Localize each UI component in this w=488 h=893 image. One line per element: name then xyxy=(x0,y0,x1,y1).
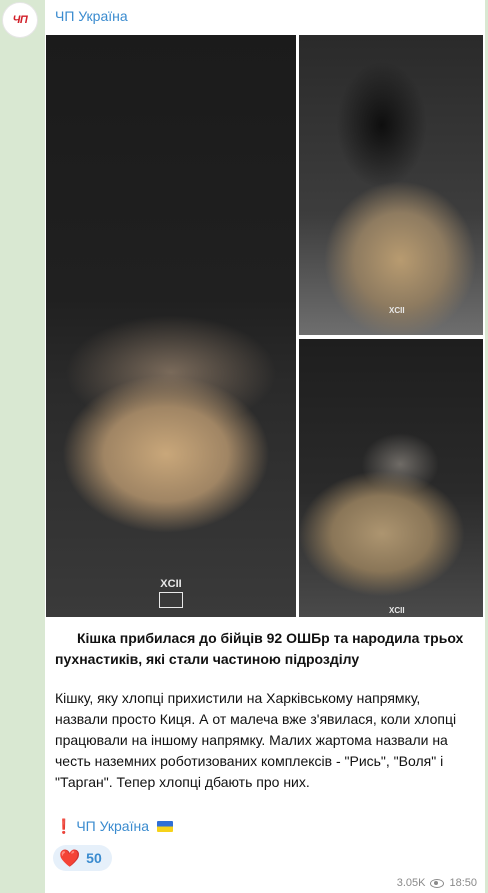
watermark-logo: XCII xyxy=(159,579,183,608)
post-text: Кішка прибилася до бійців 92 ОШБр та нар… xyxy=(55,628,475,793)
view-count: 3.05K xyxy=(396,877,426,889)
signature-text: ЧП Україна xyxy=(76,818,149,834)
post-signature[interactable]: ❗ ЧП Україна xyxy=(55,818,173,835)
post-title: Кішка прибилася до бійців 92 ОШБр та нар… xyxy=(55,630,464,667)
watermark-logo: XCII xyxy=(389,607,405,615)
watermark-text: XCII xyxy=(389,306,405,315)
message-time: 18:50 xyxy=(449,877,477,889)
message-bubble: ЧП Україна XCII XCII XCII Кішка прибилас… xyxy=(45,0,485,893)
ukraine-flag-icon xyxy=(156,821,173,832)
eye-icon xyxy=(430,878,445,888)
avatar-text: ЧП xyxy=(12,14,28,26)
watermark-text: XCII xyxy=(160,578,182,590)
heart-icon: ❤️ xyxy=(59,848,81,868)
message-meta: 3.05K 18:50 xyxy=(397,877,477,889)
post-body: Кішку, яку хлопці прихистили на Харківсь… xyxy=(55,690,457,790)
reaction-heart-button[interactable]: ❤️ 50 xyxy=(53,845,112,871)
channel-name[interactable]: ЧП Україна xyxy=(55,8,128,24)
reaction-count: 50 xyxy=(86,850,102,866)
exclamation-icon: ❗ xyxy=(55,818,73,834)
photo-kittens-helmet-large[interactable]: XCII xyxy=(46,35,296,617)
channel-avatar[interactable]: ЧП xyxy=(2,2,38,38)
envelope-icon xyxy=(159,592,183,608)
photo-kittens-cat-helmet[interactable]: XCII xyxy=(299,35,483,335)
photo-kitten-climbing-helmet[interactable]: XCII xyxy=(299,339,483,617)
watermark-logo: XCII xyxy=(389,307,405,315)
watermark-text: XCII xyxy=(389,606,405,615)
